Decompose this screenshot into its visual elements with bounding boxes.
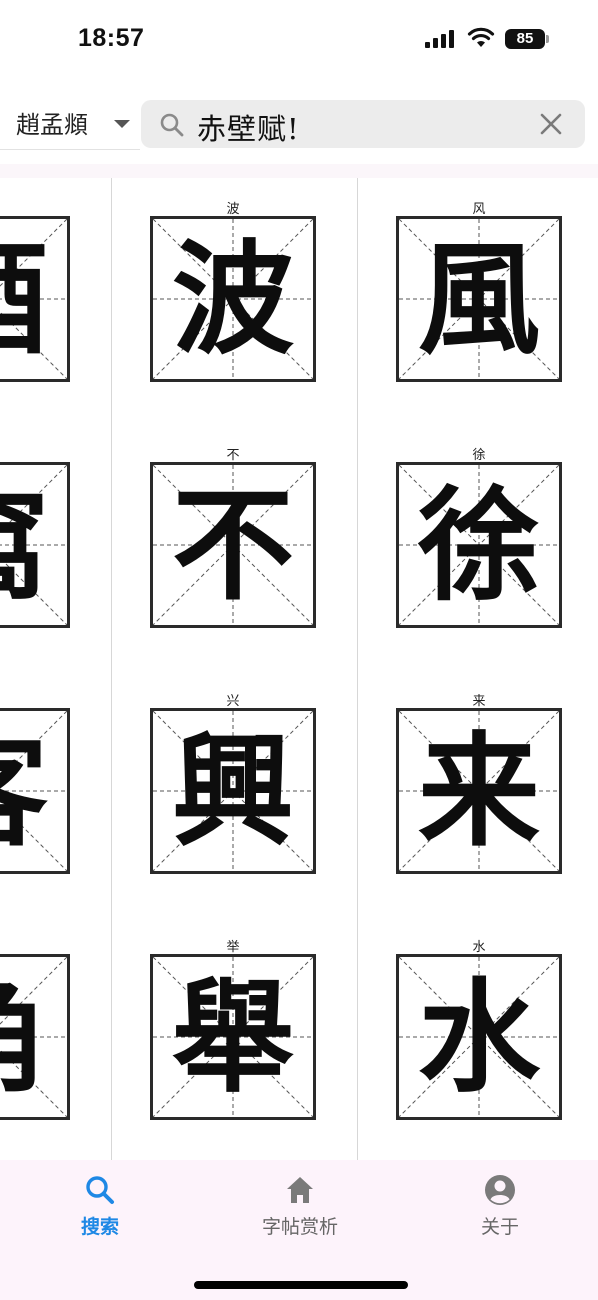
character-label: 来 xyxy=(472,694,486,709)
tab-copybook[interactable]: 字帖赏析 xyxy=(200,1170,400,1246)
character-tile[interactable]: 客 xyxy=(0,708,70,874)
calligraphy-glyph: 風 xyxy=(418,227,540,371)
character-label: 兴 xyxy=(226,694,240,709)
calligraphy-glyph: 舉 xyxy=(172,965,294,1109)
character-label: 水 xyxy=(472,940,486,955)
home-indicator xyxy=(194,1281,408,1289)
search-value[interactable]: 赤壁赋! xyxy=(197,106,300,148)
chevron-down-icon xyxy=(114,120,130,128)
calligraphy-glyph: 角 xyxy=(0,957,67,1117)
character-label: 不 xyxy=(226,448,240,463)
character-tile[interactable]: 来 xyxy=(396,708,562,874)
character-tile[interactable]: 水 xyxy=(396,954,562,1120)
tab-copybook-label: 字帖赏析 xyxy=(261,1216,338,1238)
header-divider-band xyxy=(0,164,598,178)
home-icon xyxy=(287,1177,313,1203)
tab-search[interactable]: 搜索 xyxy=(0,1170,200,1246)
character-tile[interactable]: 徐 xyxy=(396,462,562,628)
bottom-tab-bar: 搜索 字帖赏析 关于 xyxy=(0,1160,598,1300)
wifi-icon xyxy=(467,27,495,47)
battery-tip xyxy=(546,35,549,43)
calligraphy-glyph: 水 xyxy=(418,965,540,1109)
calligraphy-glyph: 客 xyxy=(0,711,67,871)
character-tile[interactable]: 窩 xyxy=(0,462,70,628)
search-input[interactable]: 赤壁赋! xyxy=(141,100,585,148)
font-selector[interactable]: 趙孟頫 xyxy=(0,96,140,150)
character-label: 波 xyxy=(226,202,240,217)
calligraphy-glyph: 酒 xyxy=(0,219,67,379)
character-tile[interactable]: 舉 xyxy=(150,954,316,1120)
character-tile[interactable]: 不 xyxy=(150,462,316,628)
column-divider xyxy=(111,178,112,1160)
character-tile[interactable]: 波 xyxy=(150,216,316,382)
calligraphy-glyph: 波 xyxy=(172,227,294,371)
character-tile[interactable]: 風 xyxy=(396,216,562,382)
cellular-signal-icon xyxy=(425,30,457,48)
calligraphy-glyph: 来 xyxy=(418,719,540,863)
character-tile[interactable]: 酒 xyxy=(0,216,70,382)
tab-about[interactable]: 关于 xyxy=(400,1170,598,1246)
character-tile[interactable]: 興 xyxy=(150,708,316,874)
calligraphy-glyph: 不 xyxy=(172,473,294,617)
column-divider xyxy=(357,178,358,1160)
status-bar: 18:57 85 xyxy=(0,0,598,80)
search-icon xyxy=(160,113,184,137)
search-header: 趙孟頫 赤壁赋! xyxy=(0,96,598,154)
calligraphy-glyph: 窩 xyxy=(0,465,67,625)
search-icon xyxy=(86,1176,114,1204)
font-selector-value: 趙孟頫 xyxy=(16,111,88,139)
tab-search-label: 搜索 xyxy=(80,1216,119,1238)
calligraphy-glyph: 徐 xyxy=(418,473,540,617)
status-time: 18:57 xyxy=(78,24,145,52)
character-label: 举 xyxy=(226,940,240,955)
battery-icon: 85 xyxy=(505,29,545,49)
calligraphy-glyph: 興 xyxy=(172,719,294,863)
tab-about-label: 关于 xyxy=(480,1216,519,1238)
character-label: 风 xyxy=(472,202,486,217)
character-tile[interactable]: 角 xyxy=(0,954,70,1120)
character-label: 徐 xyxy=(472,448,486,463)
clear-icon[interactable] xyxy=(539,112,563,136)
calligraphy-grid: 酒窩客角波波不不兴興举舉风風徐徐来来水水 xyxy=(0,178,598,1160)
user-icon xyxy=(485,1175,515,1205)
